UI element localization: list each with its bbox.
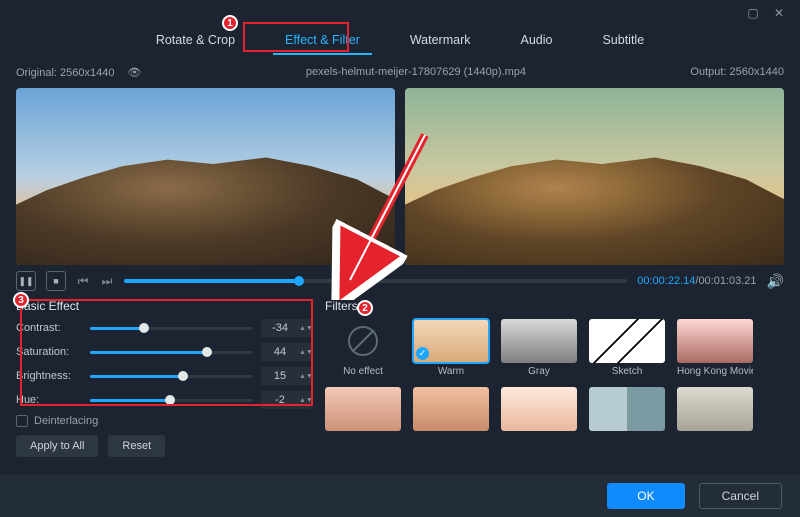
tab-effect-filter[interactable]: Effect & Filter bbox=[273, 29, 372, 51]
saturation-slider[interactable] bbox=[90, 351, 253, 354]
original-resolution: Original: 2560x1440 bbox=[16, 67, 114, 79]
filename-label: pexels-helmut-meijer-17807629 (1440p).mp… bbox=[142, 66, 691, 78]
basic-effect-panel: Basic Effect Contrast: -34 ▲▼ Saturation… bbox=[16, 299, 311, 457]
eye-icon[interactable]: 👁 bbox=[128, 67, 142, 79]
annotation-badge-3: 3 bbox=[13, 292, 29, 308]
deinterlacing-checkbox[interactable] bbox=[16, 415, 28, 427]
basic-effect-heading: Basic Effect bbox=[16, 299, 311, 313]
time-display: 00:00:22.14/00:01:03.21 bbox=[637, 275, 756, 287]
hue-label: Hue: bbox=[16, 394, 82, 406]
reset-button[interactable]: Reset bbox=[108, 435, 165, 457]
seek-bar[interactable] bbox=[124, 279, 627, 283]
cancel-button[interactable]: Cancel bbox=[699, 483, 782, 509]
brightness-stepper[interactable]: 15 ▲▼ bbox=[261, 367, 311, 385]
hue-stepper[interactable]: -2 ▲▼ bbox=[261, 391, 311, 409]
ok-button[interactable]: OK bbox=[607, 483, 684, 509]
tab-audio[interactable]: Audio bbox=[508, 29, 564, 51]
filter-item-row2-4[interactable] bbox=[325, 387, 401, 434]
brightness-label: Brightness: bbox=[16, 370, 82, 382]
annotation-badge-1: 1 bbox=[222, 15, 238, 31]
next-frame-icon[interactable]: ⏭ bbox=[100, 274, 114, 288]
deinterlacing-label: Deinterlacing bbox=[34, 415, 98, 427]
filter-item-row2-8[interactable] bbox=[677, 387, 753, 434]
filter-item-Sketch[interactable]: Sketch bbox=[589, 319, 665, 377]
playback-controls: ❚❚ ■ ⏮ ⏭ 00:00:22.14/00:01:03.21 🔊 bbox=[0, 265, 800, 295]
dialog-footer: OK Cancel bbox=[0, 475, 800, 517]
prev-frame-icon[interactable]: ⏮ bbox=[76, 274, 90, 288]
pause-button[interactable]: ❚❚ bbox=[16, 271, 36, 291]
filter-item-row2-7[interactable] bbox=[589, 387, 665, 434]
preview-output bbox=[405, 88, 784, 265]
filter-no-effect[interactable]: No effect bbox=[325, 319, 401, 377]
stop-button[interactable]: ■ bbox=[46, 271, 66, 291]
filters-heading: Filters bbox=[325, 299, 784, 313]
contrast-slider[interactable] bbox=[90, 327, 253, 330]
filter-item-Warm[interactable]: ✓Warm bbox=[413, 319, 489, 377]
annotation-badge-2: 2 bbox=[357, 300, 373, 316]
filter-item-row2-6[interactable] bbox=[501, 387, 577, 434]
brightness-slider[interactable] bbox=[90, 375, 253, 378]
tab-watermark[interactable]: Watermark bbox=[398, 29, 483, 51]
volume-icon[interactable]: 🔊 bbox=[767, 273, 784, 290]
apply-to-all-button[interactable]: Apply to All bbox=[16, 435, 98, 457]
output-resolution: Output: 2560x1440 bbox=[690, 66, 784, 78]
filter-item-Hong Kong Movie[interactable]: Hong Kong Movie bbox=[677, 319, 753, 377]
contrast-label: Contrast: bbox=[16, 322, 82, 334]
preview-infobar: Original: 2560x1440 👁 pexels-helmut-meij… bbox=[0, 62, 800, 82]
hue-slider[interactable] bbox=[90, 399, 253, 402]
filter-item-Gray[interactable]: Gray bbox=[501, 319, 577, 377]
contrast-stepper[interactable]: -34 ▲▼ bbox=[261, 319, 311, 337]
tab-bar: Rotate & Crop Effect & Filter Watermark … bbox=[0, 28, 800, 56]
window-titlebar: ▢ ✕ bbox=[0, 0, 800, 28]
preview-area bbox=[0, 82, 800, 265]
filters-panel: Filters No effect ✓WarmGraySketchHong Ko… bbox=[325, 299, 784, 457]
close-icon[interactable]: ✕ bbox=[772, 6, 786, 20]
saturation-stepper[interactable]: 44 ▲▼ bbox=[261, 343, 311, 361]
restore-icon[interactable]: ▢ bbox=[746, 6, 760, 20]
no-effect-icon bbox=[348, 326, 378, 356]
saturation-label: Saturation: bbox=[16, 346, 82, 358]
tab-rotate-crop[interactable]: Rotate & Crop bbox=[144, 29, 247, 51]
tab-subtitle[interactable]: Subtitle bbox=[590, 29, 656, 51]
preview-original bbox=[16, 88, 395, 265]
filter-item-row2-5[interactable] bbox=[413, 387, 489, 434]
check-icon: ✓ bbox=[416, 347, 429, 360]
